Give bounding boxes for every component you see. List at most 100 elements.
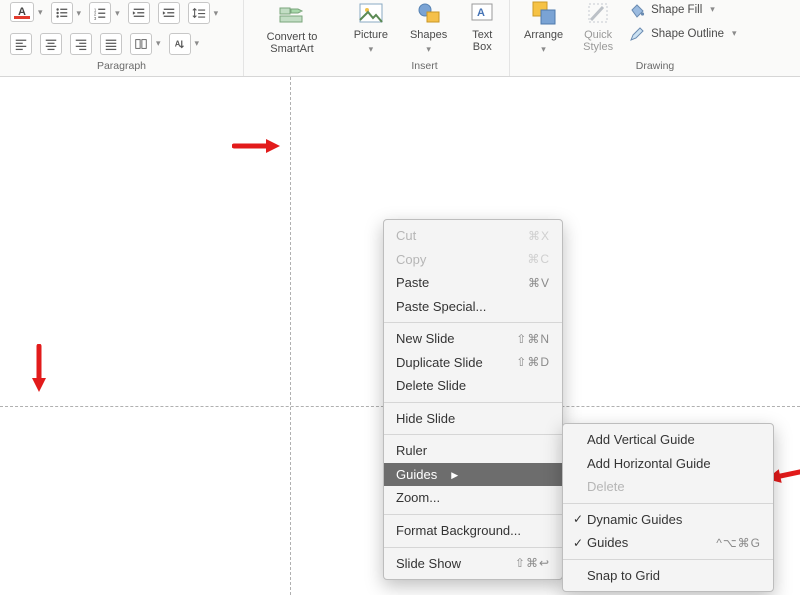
menu-paste-special[interactable]: Paste Special... xyxy=(384,295,562,319)
menu-delete-slide[interactable]: Delete Slide xyxy=(384,374,562,398)
shape-outline-button[interactable]: Shape Outline ▾ xyxy=(629,24,736,44)
shapes-button[interactable]: Shapes ▾ xyxy=(406,0,451,57)
textbox-label: Text Box xyxy=(472,29,492,53)
submenu-add-horizontal-guide[interactable]: Add Horizontal Guide xyxy=(563,452,773,476)
menu-separator xyxy=(384,322,562,323)
quick-styles-icon xyxy=(585,0,611,26)
textbox-icon: A xyxy=(469,0,495,26)
align-right-button[interactable] xyxy=(70,33,92,55)
text-direction-icon: A xyxy=(173,37,187,51)
bucket-fill-icon xyxy=(629,2,645,18)
group-drawing: Arrange ▾ Quick Styles xyxy=(510,0,800,76)
textbox-button[interactable]: A Text Box xyxy=(465,0,499,55)
align-left-button[interactable] xyxy=(10,33,32,55)
picture-button[interactable]: Picture ▾ xyxy=(350,0,392,57)
align-justify-icon xyxy=(104,37,118,51)
smartart-icon xyxy=(279,2,305,28)
numbering-icon: 1 2 3 xyxy=(93,6,107,20)
submenu-guides[interactable]: ✓ Guides ^⌥⌘G xyxy=(563,531,773,555)
line-spacing-icon xyxy=(192,6,206,20)
slide-canvas[interactable]: Cut ⌘X Copy ⌘C Paste ⌘V Paste Special...… xyxy=(0,77,800,595)
menu-hide-slide[interactable]: Hide Slide xyxy=(384,407,562,431)
align-center-icon xyxy=(44,37,58,51)
chevron-down-icon: ▾ xyxy=(115,8,120,19)
align-left-icon xyxy=(14,37,28,51)
chevron-down-icon: ▾ xyxy=(214,8,219,19)
menu-ruler[interactable]: Ruler xyxy=(384,439,562,463)
shape-outline-label: Shape Outline xyxy=(651,28,724,40)
menu-format-background[interactable]: Format Background... xyxy=(384,519,562,543)
svg-text:3: 3 xyxy=(94,16,97,20)
menu-paste[interactable]: Paste ⌘V xyxy=(384,271,562,295)
bullets-icon xyxy=(55,6,69,20)
numbering-button[interactable]: 1 2 3 ▾ xyxy=(89,2,120,24)
svg-text:A: A xyxy=(477,7,485,19)
menu-zoom[interactable]: Zoom... xyxy=(384,486,562,510)
increase-indent-icon xyxy=(162,6,176,20)
chevron-down-icon: ▾ xyxy=(541,44,546,55)
align-center-button[interactable] xyxy=(40,33,62,55)
shapes-icon xyxy=(416,0,442,26)
submenu-delete: Delete xyxy=(563,475,773,499)
pen-outline-icon xyxy=(629,26,645,42)
line-spacing-button[interactable]: ▾ xyxy=(188,2,219,24)
picture-label: Picture xyxy=(354,29,388,41)
decrease-indent-button[interactable] xyxy=(128,2,150,24)
columns-icon xyxy=(134,37,148,51)
shape-fill-button[interactable]: Shape Fill ▾ xyxy=(629,0,736,20)
chevron-down-icon: ▾ xyxy=(732,28,737,39)
annotation-arrow xyxy=(232,137,280,155)
submenu-dynamic-guides[interactable]: ✓ Dynamic Guides xyxy=(563,508,773,532)
align-justify-button[interactable] xyxy=(100,33,122,55)
font-color-button[interactable]: A ▾ xyxy=(10,2,43,22)
menu-copy: Copy ⌘C xyxy=(384,248,562,272)
group-label-paragraph-spacer xyxy=(244,57,340,76)
submenu-add-vertical-guide[interactable]: Add Vertical Guide xyxy=(563,428,773,452)
chevron-down-icon: ▾ xyxy=(195,38,200,49)
checkmark-icon: ✓ xyxy=(573,511,583,527)
arrange-icon xyxy=(531,0,557,26)
menu-duplicate-slide[interactable]: Duplicate Slide ⇧⌘D xyxy=(384,351,562,375)
shape-fill-label: Shape Fill xyxy=(651,4,702,16)
guides-submenu: Add Vertical Guide Add Horizontal Guide … xyxy=(562,423,774,592)
menu-separator xyxy=(563,503,773,504)
increase-indent-button[interactable] xyxy=(158,2,180,24)
checkmark-icon: ✓ xyxy=(573,535,583,551)
convert-smartart-group: Convert to SmartArt xyxy=(244,0,340,76)
convert-to-smartart-button[interactable]: Convert to SmartArt xyxy=(263,0,322,57)
group-label-paragraph: Paragraph xyxy=(0,57,243,76)
menu-new-slide[interactable]: New Slide ⇧⌘N xyxy=(384,327,562,351)
arrange-label: Arrange xyxy=(524,29,563,41)
quick-styles-button[interactable]: Quick Styles xyxy=(579,0,617,55)
chevron-down-icon: ▾ xyxy=(38,7,43,18)
align-right-icon xyxy=(74,37,88,51)
menu-guides[interactable]: Guides xyxy=(384,463,562,487)
menu-separator xyxy=(384,547,562,548)
menu-separator xyxy=(384,402,562,403)
ribbon: A ▾ ▾ 1 2 xyxy=(0,0,800,77)
menu-separator xyxy=(563,559,773,560)
distribute-columns-button[interactable]: ▾ xyxy=(130,33,161,55)
menu-slide-show[interactable]: Slide Show ⇧⌘↩ xyxy=(384,552,562,576)
decrease-indent-icon xyxy=(132,6,146,20)
chevron-down-icon: ▾ xyxy=(369,44,374,55)
svg-text:A: A xyxy=(174,39,180,48)
annotation-arrow xyxy=(30,344,48,392)
bullets-button[interactable]: ▾ xyxy=(51,2,82,24)
group-label-drawing: Drawing xyxy=(510,57,800,76)
picture-icon xyxy=(358,0,384,26)
text-direction-button[interactable]: A ▾ xyxy=(169,33,200,55)
chevron-down-icon: ▾ xyxy=(426,44,431,55)
context-menu: Cut ⌘X Copy ⌘C Paste ⌘V Paste Special...… xyxy=(383,219,563,580)
menu-separator xyxy=(384,434,562,435)
arrange-button[interactable]: Arrange ▾ xyxy=(520,0,567,57)
submenu-snap-to-grid[interactable]: Snap to Grid xyxy=(563,564,773,588)
group-insert: Picture ▾ Shapes ▾ A xyxy=(340,0,510,76)
convert-to-smartart-label: Convert to SmartArt xyxy=(267,31,318,55)
group-label-insert: Insert xyxy=(340,57,509,76)
menu-separator xyxy=(384,514,562,515)
menu-cut: Cut ⌘X xyxy=(384,224,562,248)
group-paragraph: A ▾ ▾ 1 2 xyxy=(0,0,244,76)
chevron-down-icon: ▾ xyxy=(710,4,715,15)
vertical-guide[interactable] xyxy=(290,77,291,595)
